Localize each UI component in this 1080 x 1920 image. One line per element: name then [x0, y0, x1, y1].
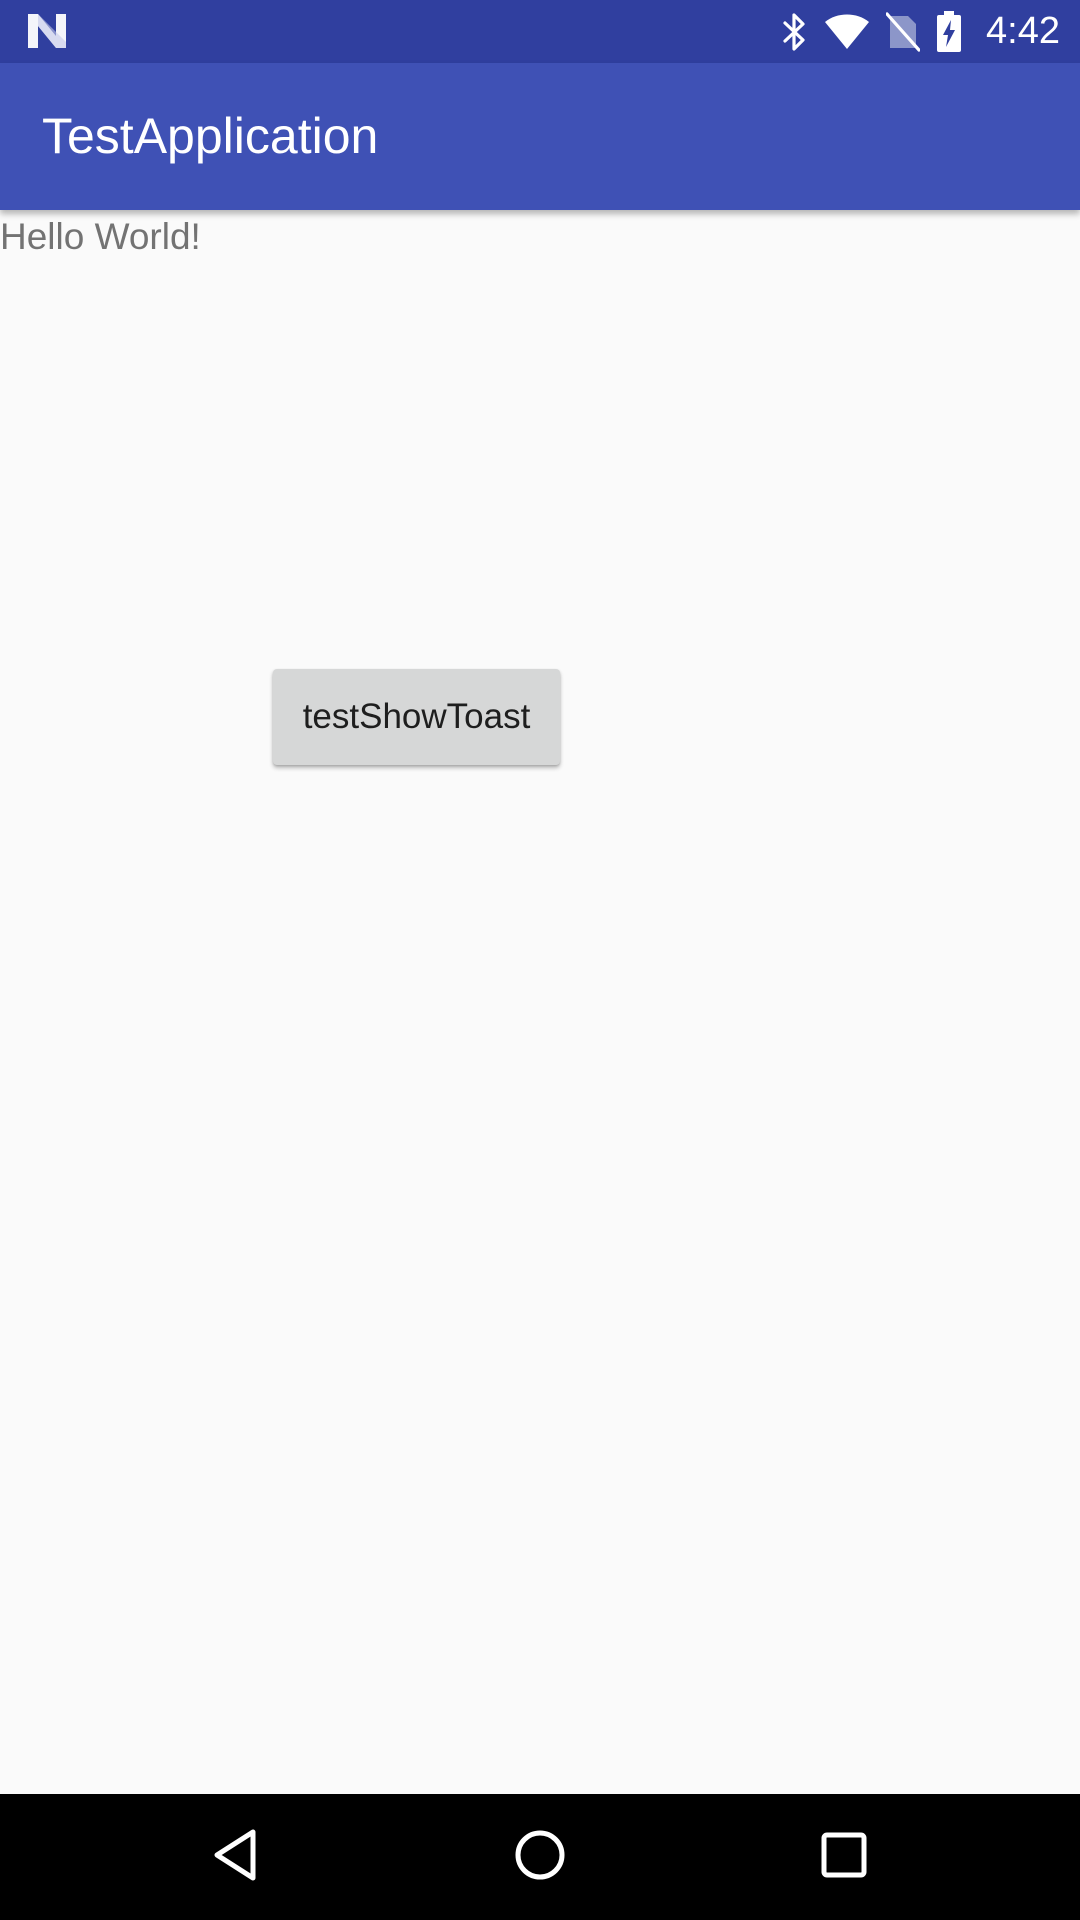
clock: 4:42 — [986, 10, 1060, 52]
recents-button[interactable] — [769, 1794, 919, 1920]
back-icon — [213, 1829, 257, 1886]
recents-icon — [821, 1832, 867, 1883]
main-content: Hello World! testShowToast — [0, 210, 1080, 1794]
battery-charging-icon — [936, 10, 962, 53]
notification-n-icon — [28, 14, 66, 48]
home-button[interactable] — [465, 1794, 615, 1920]
wifi-icon — [824, 14, 870, 50]
home-icon — [514, 1829, 566, 1886]
app-title: TestApplication — [42, 108, 379, 164]
bluetooth-icon — [782, 12, 808, 52]
status-icons: 4:42 — [782, 0, 1060, 63]
test-show-toast-button[interactable]: testShowToast — [273, 669, 560, 765]
app-bar: TestApplication — [0, 63, 1080, 210]
hello-world-text: Hello World! — [0, 216, 201, 257]
back-button[interactable] — [160, 1794, 310, 1920]
no-sim-icon — [886, 11, 921, 52]
status-bar: 4:42 — [0, 0, 1080, 63]
navigation-bar — [0, 1794, 1080, 1920]
